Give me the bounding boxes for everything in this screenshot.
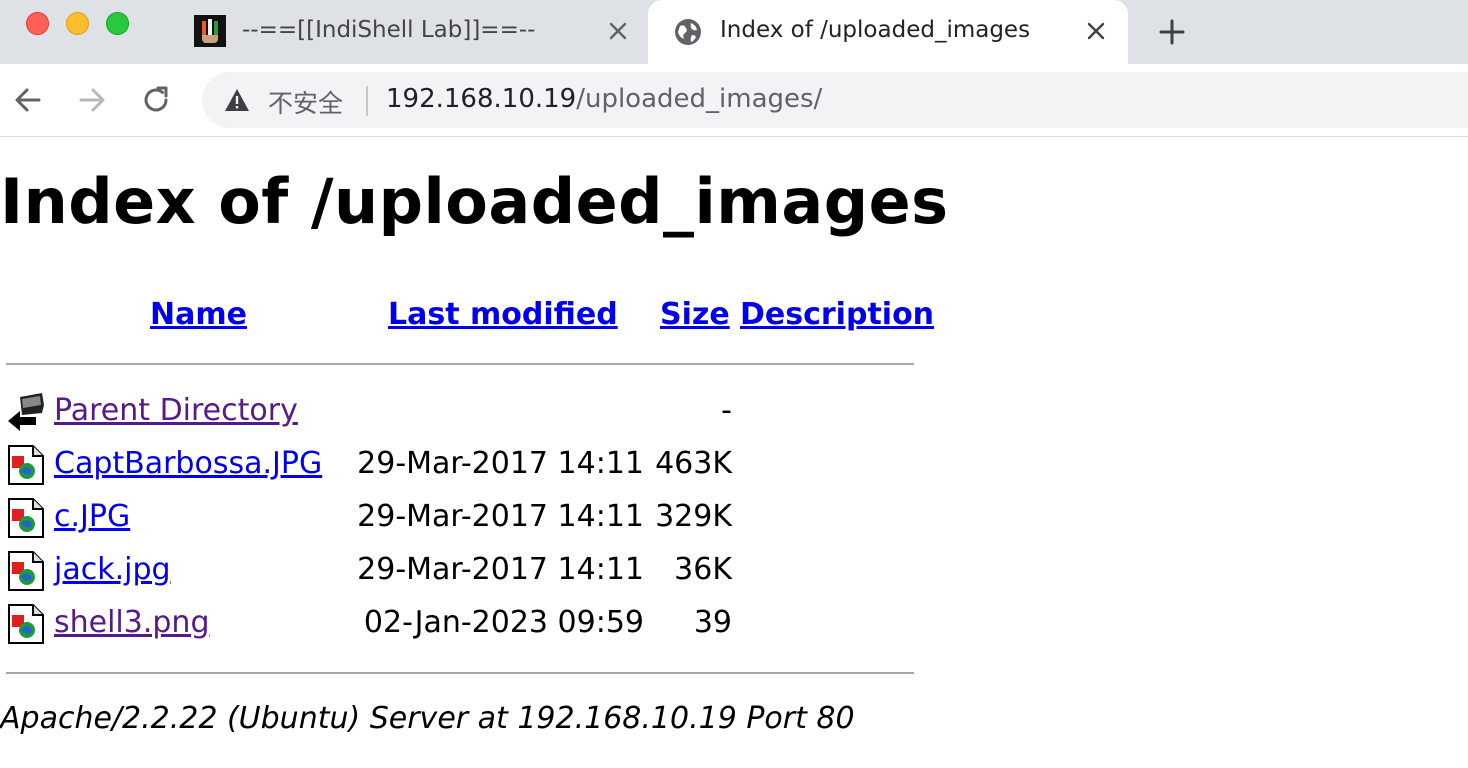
forward-arrow-icon[interactable] bbox=[76, 84, 108, 116]
server-signature: Apache/2.2.22 (Ubuntu) Server at 192.168… bbox=[0, 701, 855, 736]
browser-toolbar: 不安全 192.168.10.19/uploaded_images/ bbox=[0, 64, 1468, 137]
divider bbox=[6, 672, 914, 674]
tab-uploaded-images[interactable]: Index of /uploaded_images bbox=[648, 0, 1128, 64]
url-text[interactable]: 192.168.10.19/uploaded_images/ bbox=[386, 84, 822, 114]
list-item: CaptBarbossa.JPG 29-Mar-2017 14:11 463K bbox=[0, 444, 920, 496]
window-minimize-button[interactable] bbox=[66, 12, 89, 35]
indishell-logo-icon bbox=[194, 15, 226, 47]
last-modified: 29-Mar-2017 14:11 bbox=[357, 499, 644, 534]
window-close-button[interactable] bbox=[26, 12, 49, 35]
address-bar[interactable]: 不安全 192.168.10.19/uploaded_images/ bbox=[202, 72, 1468, 128]
image-file-icon bbox=[6, 550, 46, 592]
url-path: /uploaded_images/ bbox=[576, 84, 823, 114]
image-file-icon bbox=[6, 497, 46, 539]
list-item: jack.jpg 29-Mar-2017 14:11 36K bbox=[0, 550, 920, 602]
plus-icon[interactable] bbox=[1158, 18, 1186, 46]
file-size: 36K bbox=[674, 552, 732, 587]
reload-icon[interactable] bbox=[140, 84, 172, 116]
address-separator bbox=[366, 86, 368, 116]
last-modified: 02-Jan-2023 09:59 bbox=[363, 605, 644, 640]
last-modified: 29-Mar-2017 14:11 bbox=[357, 552, 644, 587]
file-link[interactable]: jack.jpg bbox=[54, 552, 171, 587]
file-size: - bbox=[721, 393, 732, 428]
file-link[interactable]: CaptBarbossa.JPG bbox=[54, 446, 322, 481]
close-icon[interactable] bbox=[1084, 19, 1108, 43]
file-size: 39 bbox=[693, 605, 732, 640]
column-header-size[interactable]: Size bbox=[660, 297, 730, 332]
url-host: 192.168.10.19 bbox=[386, 84, 577, 114]
page-content: Index of /uploaded_images Name Last modi… bbox=[0, 137, 1468, 768]
column-header-description[interactable]: Description bbox=[740, 297, 934, 332]
last-modified: 29-Mar-2017 14:11 bbox=[357, 446, 644, 481]
globe-icon bbox=[674, 18, 702, 46]
parent-directory-link[interactable]: Parent Directory bbox=[54, 393, 298, 428]
security-status-label[interactable]: 不安全 bbox=[268, 84, 343, 120]
tab-title: --==[[IndiShell Lab]]==-- bbox=[242, 17, 536, 43]
back-arrow-icon[interactable] bbox=[12, 84, 44, 116]
divider bbox=[6, 363, 914, 365]
list-item: c.JPG 29-Mar-2017 14:11 329K bbox=[0, 497, 920, 549]
page-title: Index of /uploaded_images bbox=[0, 165, 949, 238]
column-header-last-modified[interactable]: Last modified bbox=[388, 297, 618, 332]
warning-triangle-icon[interactable] bbox=[224, 88, 250, 112]
file-link[interactable]: shell3.png bbox=[54, 605, 210, 640]
list-item: shell3.png 02-Jan-2023 09:59 39 bbox=[0, 603, 920, 655]
tab-indishell-lab[interactable]: --==[[IndiShell Lab]]==-- bbox=[176, 0, 650, 64]
column-header-name[interactable]: Name bbox=[150, 297, 247, 332]
file-link[interactable]: c.JPG bbox=[54, 499, 130, 534]
window-maximize-button[interactable] bbox=[106, 12, 129, 35]
image-file-icon bbox=[6, 603, 46, 645]
tab-strip: --==[[IndiShell Lab]]==-- Index of /uplo… bbox=[0, 0, 1468, 64]
close-icon[interactable] bbox=[606, 19, 630, 43]
file-size: 329K bbox=[655, 499, 732, 534]
back-folder-icon bbox=[6, 391, 46, 433]
image-file-icon bbox=[6, 444, 46, 486]
list-item: Parent Directory - bbox=[0, 391, 920, 443]
tab-title: Index of /uploaded_images bbox=[720, 17, 1031, 43]
file-size: 463K bbox=[655, 446, 732, 481]
